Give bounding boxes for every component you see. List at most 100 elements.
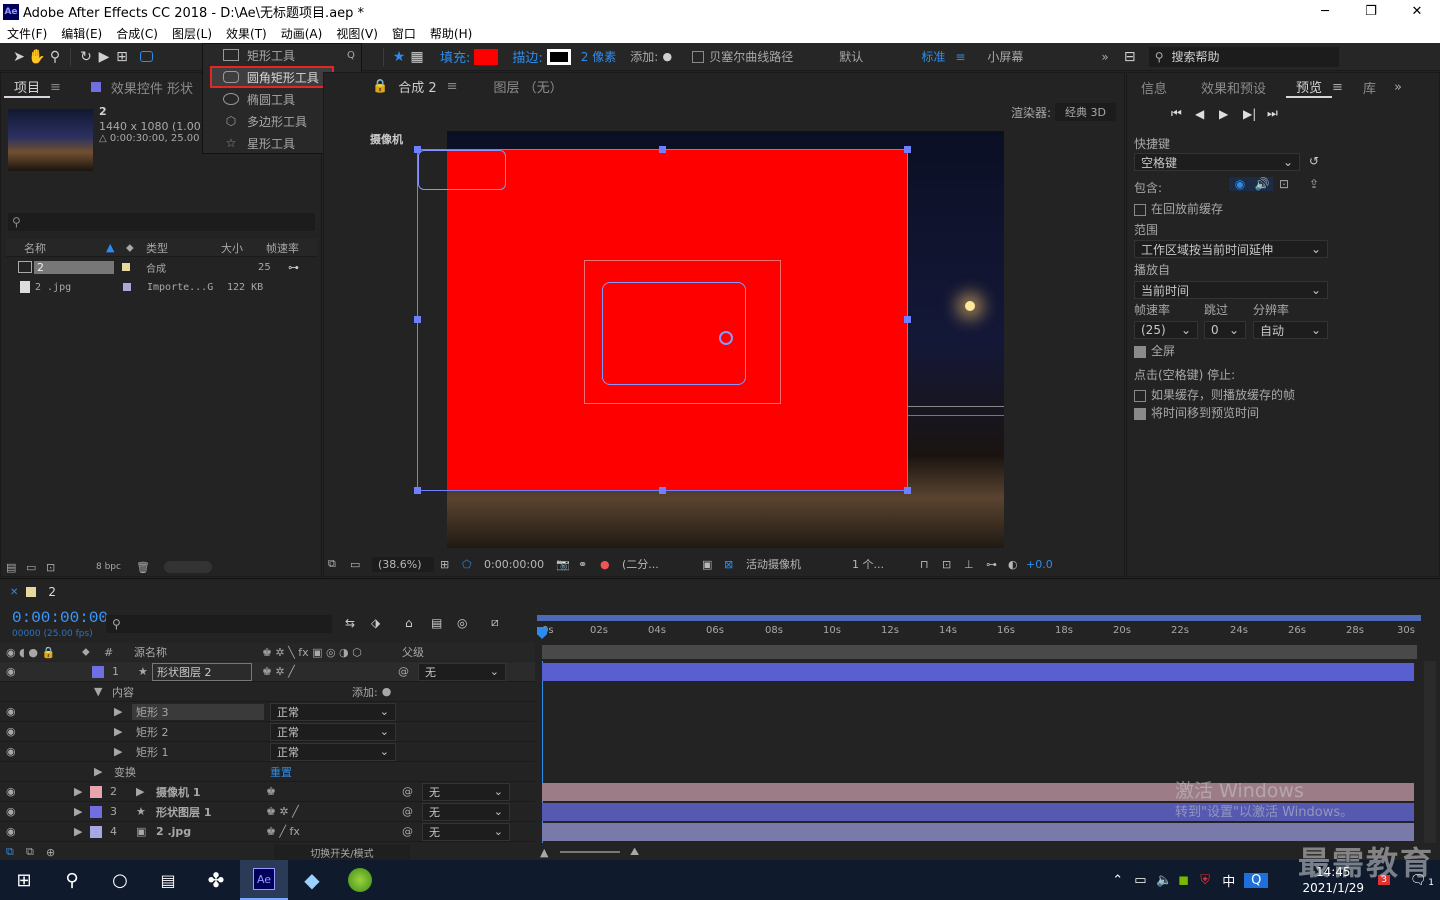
viewer-timecode[interactable]: 0:00:00:00 xyxy=(484,558,556,571)
panel-overflow-icon[interactable]: » xyxy=(1394,80,1402,95)
reset-link[interactable]: 重置 xyxy=(270,764,292,780)
after-effects-taskbar-icon[interactable]: Ae xyxy=(240,860,288,900)
handle[interactable] xyxy=(904,316,911,323)
trash-icon[interactable]: 🗑 xyxy=(136,561,156,574)
thumbnail-slider[interactable] xyxy=(164,561,212,573)
camera-tool-icon[interactable]: ▶ xyxy=(95,48,113,66)
handle[interactable] xyxy=(904,146,911,153)
tab-effect-controls[interactable]: 效果控件 形状 xyxy=(101,78,203,97)
first-frame-icon[interactable]: ⏮ xyxy=(1171,106,1195,121)
motion-blur-icon[interactable]: ◎ xyxy=(457,616,491,630)
anchor-point-icon[interactable] xyxy=(719,331,733,345)
expand-in-out-icon[interactable]: ⊕ xyxy=(46,846,66,859)
rectangle-tool-icon[interactable] xyxy=(137,48,155,66)
parent-pickwhip-icon[interactable]: @ xyxy=(402,825,422,838)
handle[interactable] xyxy=(659,146,666,153)
security-icon[interactable]: ⛨ xyxy=(1200,873,1222,888)
preview-menu-icon[interactable]: ≡ xyxy=(1332,80,1343,95)
blend-mode-dropdown[interactable]: 正常 ⌄ xyxy=(270,722,396,741)
expand-arrow-icon[interactable]: ▶ xyxy=(74,825,84,838)
parent-dropdown[interactable]: 无 ⌄ xyxy=(422,782,510,801)
skip-dropdown[interactable]: 0 ⌄ xyxy=(1204,321,1246,339)
nvidia-icon[interactable]: ◼ xyxy=(1178,873,1200,888)
windows-start-icon[interactable]: ⊞ xyxy=(0,860,48,900)
tab-project[interactable]: 项目 xyxy=(4,77,51,98)
network-icon[interactable]: ▭ xyxy=(1134,873,1156,888)
exposure-value[interactable]: +0.0 xyxy=(1026,558,1053,571)
show-hidden-icons[interactable]: ⌃ xyxy=(1112,873,1134,888)
bezier-checkbox[interactable] xyxy=(692,50,705,63)
menu-composition[interactable]: 合成(C) xyxy=(116,25,158,42)
visibility-eye-icon[interactable]: ◉ xyxy=(6,825,32,838)
parent-pickwhip-icon[interactable]: @ xyxy=(402,785,422,798)
handle[interactable] xyxy=(414,146,421,153)
time-ruler[interactable]: 0s 02s 04s 06s 08s 10s 12s 14s 16s 18s 2… xyxy=(537,615,1421,661)
tab-effects-presets[interactable]: 效果和预设 xyxy=(1191,78,1276,97)
expand-arrow-icon[interactable]: ▶ xyxy=(114,745,132,758)
tab-layer[interactable]: 图层 （无） xyxy=(484,77,573,96)
handle[interactable] xyxy=(904,487,911,494)
project-item-row[interactable]: 2 合成 25 ⊶ xyxy=(6,258,318,276)
pan-behind-tool-icon[interactable]: ⊞ xyxy=(113,48,131,66)
project-search-input[interactable]: ⚲ xyxy=(8,213,315,231)
fill-color-swatch[interactable] xyxy=(474,48,499,65)
layer-name[interactable]: 形状图层 1 xyxy=(156,804,256,820)
always-preview-icon[interactable]: ⧉ xyxy=(328,557,350,571)
overlay-toggle-icon[interactable]: ⊡ xyxy=(1273,177,1295,191)
col-type[interactable]: 类型 xyxy=(146,240,221,256)
flowchart-icon[interactable]: ⊶ xyxy=(288,261,299,274)
add-button-icon[interactable]: ● xyxy=(382,685,392,698)
zoom-slider[interactable] xyxy=(560,851,620,853)
sub-row-name[interactable]: 矩形 1 xyxy=(132,744,264,760)
monitor-icon[interactable]: ▭ xyxy=(350,558,372,571)
blend-mode-dropdown[interactable]: 正常 ⌄ xyxy=(270,702,396,721)
shape-menu-rounded-rectangle[interactable]: 圆角矩形工具 xyxy=(210,66,334,88)
layer-row[interactable]: ◉ ▶ 3 ★ 形状图层 1 ♚ ✲ ╱ @ 无 ⌄ xyxy=(0,802,535,822)
parent-pickwhip-icon[interactable]: @ xyxy=(402,805,422,818)
tab-info[interactable]: 信息 xyxy=(1131,78,1177,97)
fast-preview-icon[interactable]: ⊥ xyxy=(964,558,986,571)
star-tool-icon[interactable]: ★ xyxy=(390,48,408,66)
menu-effect[interactable]: 效果(T) xyxy=(226,25,267,42)
stop-option-move-time[interactable]: 将时间移到预览时间 xyxy=(1134,404,1259,421)
blend-mode-dropdown[interactable]: 正常 ⌄ xyxy=(270,742,396,761)
tab-library[interactable]: 库 xyxy=(1353,78,1386,97)
layer-label-color[interactable] xyxy=(90,825,102,838)
visibility-eye-icon[interactable]: ◉ xyxy=(6,705,114,718)
roi-icon[interactable]: ▣ xyxy=(702,558,724,571)
col-parent[interactable]: 父级 xyxy=(402,644,424,660)
shortcut-dropdown[interactable]: 空格键 ⌄ xyxy=(1134,153,1300,171)
ime-indicator[interactable]: 中 xyxy=(1222,871,1244,890)
layer-row[interactable]: ◉ ▶ 4 ▣ 2 .jpg ♚ ╱ fx @ 无 ⌄ xyxy=(0,822,535,842)
menu-help[interactable]: 帮助(H) xyxy=(430,25,472,42)
more-workspaces-icon[interactable]: » xyxy=(1101,50,1108,64)
resolution-dropdown[interactable]: (二分... xyxy=(622,556,702,572)
view-layout-dropdown[interactable]: 1 个... xyxy=(852,556,920,572)
workspace-menu-icon[interactable]: ≡ xyxy=(955,50,965,64)
tab-composition[interactable]: 合成 2 xyxy=(388,77,446,96)
timeline-vertical-scrollbar[interactable] xyxy=(1424,661,1436,847)
layer-switches[interactable]: ♚ ╱ fx xyxy=(266,825,402,838)
new-folder-icon[interactable]: ▭ xyxy=(26,561,46,574)
expand-arrow-icon[interactable]: ▶ xyxy=(114,705,132,718)
close-button[interactable]: ✕ xyxy=(1394,0,1440,23)
handle[interactable] xyxy=(414,487,421,494)
zoom-in-icon[interactable]: ⛰ xyxy=(630,845,639,859)
view-dropdown[interactable]: 活动摄像机 xyxy=(746,556,852,572)
visibility-eye-icon[interactable]: ◉ xyxy=(6,745,114,758)
layer-switches[interactable]: ♚ ✲ ╱ xyxy=(262,665,398,678)
qq-icon[interactable]: Q xyxy=(1244,872,1269,888)
snapshot-icon[interactable]: 📷 xyxy=(556,558,578,571)
sub-row-name[interactable]: 矩形 3 xyxy=(132,703,264,720)
sub-row[interactable]: ◉ ▶ 矩形 1 正常 ⌄ xyxy=(0,742,535,762)
layer-label-color[interactable] xyxy=(90,785,102,798)
handle[interactable] xyxy=(659,487,666,494)
lock-icon[interactable]: 🔒 xyxy=(372,79,388,94)
contents-row[interactable]: ▼ 内容 添加: ● xyxy=(0,682,535,702)
transform-row[interactable]: ▶ 变换 重置 xyxy=(0,762,535,782)
channel-icon[interactable]: ● xyxy=(600,558,622,571)
expand-layer-switches-icon[interactable]: ⧉ xyxy=(6,845,26,859)
export-icon[interactable]: ⇪ xyxy=(1303,177,1325,191)
menu-view[interactable]: 视图(V) xyxy=(336,25,378,42)
layer-bar-image[interactable] xyxy=(542,823,1414,841)
